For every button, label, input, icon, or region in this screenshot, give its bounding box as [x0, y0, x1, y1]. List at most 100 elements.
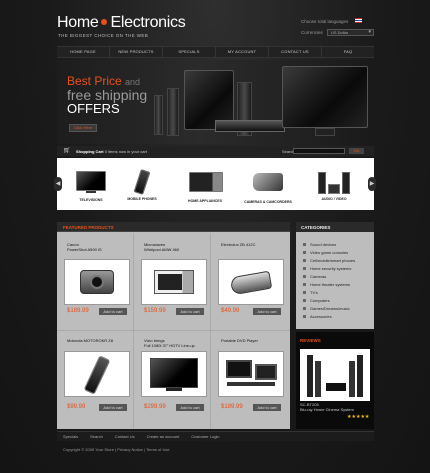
product-name[interactable]: Motorola MOTOROKR Z8: [67, 338, 113, 343]
main-nav: HOME PAGE NEW PRODUCTS SPECIALS MY ACCOU…: [57, 46, 374, 58]
logo-electronics-text: Electronics: [110, 14, 186, 31]
speaker-image: [167, 88, 179, 136]
add-to-cart-button[interactable]: Add to cart: [253, 308, 281, 315]
category-home-appliances[interactable]: HOME APPLIANCES: [175, 170, 235, 203]
product-name[interactable]: Vizio brings Full 1080i 37" HDTV Line-up: [144, 338, 195, 348]
nav-home[interactable]: HOME PAGE: [57, 47, 110, 57]
footer-link-specials[interactable]: Specials: [63, 434, 78, 439]
speaker-image: [154, 95, 163, 135]
category-mobile-phones[interactable]: MOBILE PHONES: [112, 169, 172, 201]
category-link[interactable]: Sound devices: [303, 241, 355, 249]
footer-link-search[interactable]: Search: [90, 434, 103, 439]
product-name[interactable]: Portable DVD Player: [221, 338, 258, 343]
add-to-cart-button[interactable]: Add to cart: [253, 404, 281, 411]
product-price: $189.99: [221, 404, 243, 410]
footer-link-contact[interactable]: Contact Us: [115, 434, 135, 439]
product-price: $159.99: [144, 308, 166, 314]
product-name[interactable]: Electrolux ZB 412C: [221, 242, 255, 247]
phone-icon: [126, 169, 158, 195]
product-image[interactable]: [141, 351, 207, 397]
flat-tv-image: [282, 66, 368, 128]
product-price: $189.99: [67, 308, 89, 314]
product-card: Microwaves Whirlpool AMW 460 $159.99 Add …: [134, 233, 211, 331]
uk-flag-icon[interactable]: [355, 18, 362, 23]
category-link[interactable]: Home theater systems: [303, 281, 355, 289]
add-to-cart-button[interactable]: Add to cart: [176, 404, 204, 411]
camcorder-icon: [252, 173, 284, 197]
product-price: $49.99: [221, 308, 240, 314]
search-input[interactable]: [293, 148, 345, 154]
banner-click-here-button[interactable]: Click Here: [69, 124, 97, 132]
product-name[interactable]: Microwaves Whirlpool AMW 460: [144, 242, 179, 252]
nav-specials[interactable]: SPECIALS: [163, 47, 216, 57]
review-product-image[interactable]: [300, 349, 370, 401]
site-logo[interactable]: Home Electronics: [57, 14, 186, 32]
product-card: Portable DVD Player $189.99 Add to cart: [211, 331, 290, 429]
product-image[interactable]: [64, 259, 130, 305]
category-link[interactable]: Cameras: [303, 273, 355, 281]
product-card: Vizio brings Full 1080i 37" HDTV Line-up …: [134, 331, 211, 429]
footer-link-login[interactable]: Customer Login: [191, 434, 219, 439]
product-name-line1: Electrolux ZB 412C: [221, 242, 256, 247]
product-image[interactable]: [218, 351, 284, 397]
product-card: Canon PowerShot A590 IS $189.99 Add to ca…: [57, 233, 134, 331]
product-price: $299.99: [144, 404, 166, 410]
product-image[interactable]: [64, 351, 130, 397]
cart-summary[interactable]: Shopping Cart 0 items now in your cart: [76, 149, 147, 154]
category-label: MOBILE PHONES: [127, 197, 157, 201]
nav-faq[interactable]: FAQ: [322, 47, 374, 57]
review-product-line2: Blu-ray Home Cinema System: [300, 407, 354, 412]
cart-count: 0 items: [104, 149, 118, 154]
nav-new-products[interactable]: NEW PRODUCTS: [110, 47, 163, 57]
nav-my-account[interactable]: MY ACCOUNT: [216, 47, 269, 57]
currencies-label: Currencies: [301, 30, 323, 35]
banner-line1: Best Price and: [67, 74, 140, 88]
cart-icon[interactable]: 🛒︎: [63, 147, 71, 154]
category-link[interactable]: Games/Dreams/music: [303, 305, 355, 313]
carousel-next-arrow-icon[interactable]: ▶: [368, 177, 376, 191]
footer-nav: Specials Search Contact Us Create an acc…: [57, 431, 374, 441]
category-link[interactable]: TV's: [303, 289, 355, 297]
product-name-line2: Full 1080i 37" HDTV Line-up: [144, 343, 195, 348]
category-carousel: TELEVISIONS MOBILE PHONES HOME APPLIANCE…: [57, 158, 374, 210]
banner-line3: OFFERS: [67, 101, 120, 116]
product-name-line1: Motorola MOTOROKR Z8: [67, 338, 113, 343]
nav-contact-us[interactable]: CONTACT US: [269, 47, 322, 57]
category-audio-video[interactable]: AUDIO / VIDEO: [304, 170, 364, 201]
category-cameras-camcorders[interactable]: CAMERAS & CAMCORDERS: [238, 170, 298, 204]
banner-and: and: [125, 77, 141, 87]
category-link[interactable]: Computers: [303, 297, 355, 305]
tv-stand-image: [315, 128, 335, 136]
tv-icon: [75, 171, 107, 195]
product-name-line2: PowerShot A590 IS: [67, 247, 102, 252]
site-tagline: THE BIGGEST CHOICE ON THE WEB: [58, 33, 149, 38]
review-product-name[interactable]: SC-BT205 Blu-ray Home Cinema System: [300, 402, 354, 412]
product-name-line2: Whirlpool AMW 460: [144, 247, 180, 252]
product-card: Electrolux ZB 412C $49.99 Add to cart: [211, 233, 290, 331]
product-image[interactable]: [218, 259, 284, 305]
category-link[interactable]: Accessories: [303, 313, 355, 321]
search-go-button[interactable]: Go: [349, 148, 364, 154]
categories-title: CATEGORIES: [301, 225, 331, 230]
category-link[interactable]: Home security systems: [303, 265, 355, 273]
footer-link-create-account[interactable]: Create an account: [147, 434, 180, 439]
product-card: Motorola MOTOROKR Z8 $99.99 Add to cart: [57, 331, 134, 429]
add-to-cart-button[interactable]: Add to cart: [99, 404, 127, 411]
currency-select[interactable]: US Dollar: [327, 29, 374, 36]
carousel-prev-arrow-icon[interactable]: ◀: [54, 177, 62, 191]
category-link[interactable]: Cell/mobile/smart phones: [303, 257, 355, 265]
category-label: AUDIO / VIDEO: [321, 197, 347, 201]
add-to-cart-button[interactable]: Add to cart: [99, 308, 127, 315]
product-name-line1: Portable DVD Player: [221, 338, 258, 343]
logo-home-text: Home: [57, 14, 99, 31]
cart-text: now in your cart: [118, 149, 147, 154]
cart-label: Shopping Cart: [76, 149, 104, 154]
featured-title: FEATURED PRODUCTS: [63, 225, 114, 230]
category-label: HOME APPLIANCES: [188, 199, 222, 203]
languages-label: Choose total languages: [301, 19, 349, 24]
product-image[interactable]: [141, 259, 207, 305]
product-name[interactable]: Canon PowerShot A590 IS: [67, 242, 102, 252]
category-link[interactable]: Video game consoles: [303, 249, 355, 257]
microwave-icon: [189, 172, 223, 196]
add-to-cart-button[interactable]: Add to cart: [176, 308, 204, 315]
